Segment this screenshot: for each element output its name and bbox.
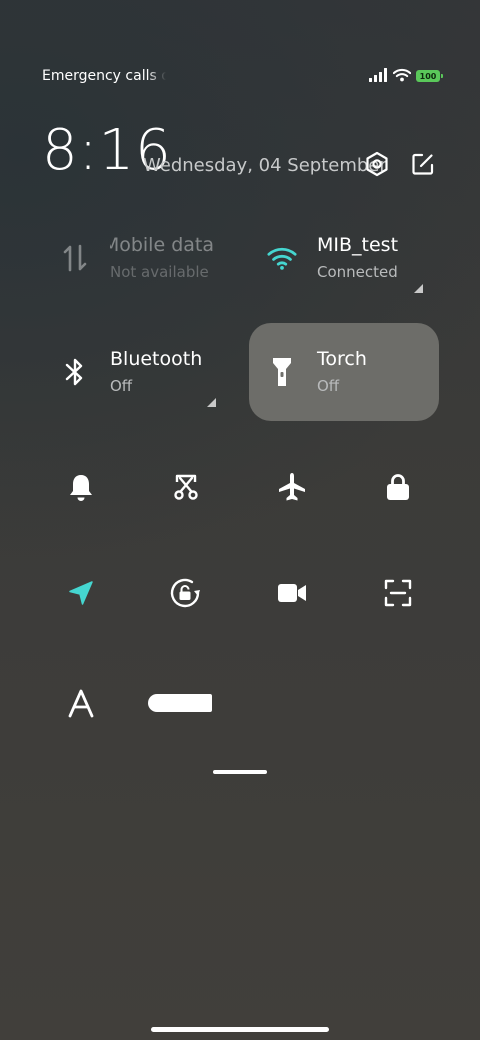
bluetooth-icon [60,356,90,388]
signal-icon [369,67,388,86]
tile-mobile-data[interactable]: Mobile data Not available [42,209,232,307]
toggle-rotation-lock[interactable] [156,563,216,623]
edit-icon [412,153,434,175]
battery-icon: 100 [416,70,443,82]
settings-icon [366,151,388,177]
wifi-icon [392,67,412,86]
torch-icon [267,356,297,388]
carrier-status-text: Emergency calls only [42,68,166,84]
scan-icon [384,579,412,607]
auto-brightness-button[interactable] [51,673,111,733]
tile-subtitle: Off [317,377,340,395]
wifi-icon [267,242,297,274]
toggle-location[interactable] [51,563,111,623]
tile-subtitle: Off [110,377,133,395]
date: Wednesday, 04 September [143,155,387,176]
tile-title: Torch [317,348,367,370]
brightness-slider[interactable] [148,694,212,712]
toggle-screenshot[interactable] [156,457,216,517]
tile-wifi[interactable]: MIB_test Connected [249,209,439,307]
screenshot-icon [174,474,198,500]
tile-title: Mobile data [110,234,214,256]
auto-brightness-icon [68,689,94,718]
expand-corner-icon[interactable] [414,284,423,293]
panel-collapse-handle[interactable] [213,770,267,774]
edit-button[interactable] [408,149,438,179]
tile-subtitle: Not available [110,263,209,281]
mobile-data-icon [60,242,90,274]
tile-title: Bluetooth [110,348,203,370]
toggle-scanner[interactable] [368,563,428,623]
brightness-slider-fill [148,694,212,712]
toggle-screen-recorder[interactable] [262,563,322,623]
status-icons: 100 [369,67,443,86]
settings-button[interactable] [362,149,392,179]
rotation-lock-icon [170,578,200,608]
video-camera-icon [278,584,306,602]
toggle-airplane-mode[interactable] [262,457,322,517]
tile-subtitle: Connected [317,263,398,281]
tile-torch[interactable]: Torch Off [249,323,439,421]
expand-corner-icon[interactable] [207,398,216,407]
bell-icon [70,475,92,501]
toggle-sound[interactable] [51,457,111,517]
airplane-icon [279,473,305,501]
tile-bluetooth[interactable]: Bluetooth Off [42,323,232,421]
toggle-lock-screen[interactable] [368,457,428,517]
lock-icon [387,474,409,500]
home-indicator[interactable] [151,1027,329,1032]
tile-title: MIB_test [317,234,399,256]
location-icon [69,581,93,605]
